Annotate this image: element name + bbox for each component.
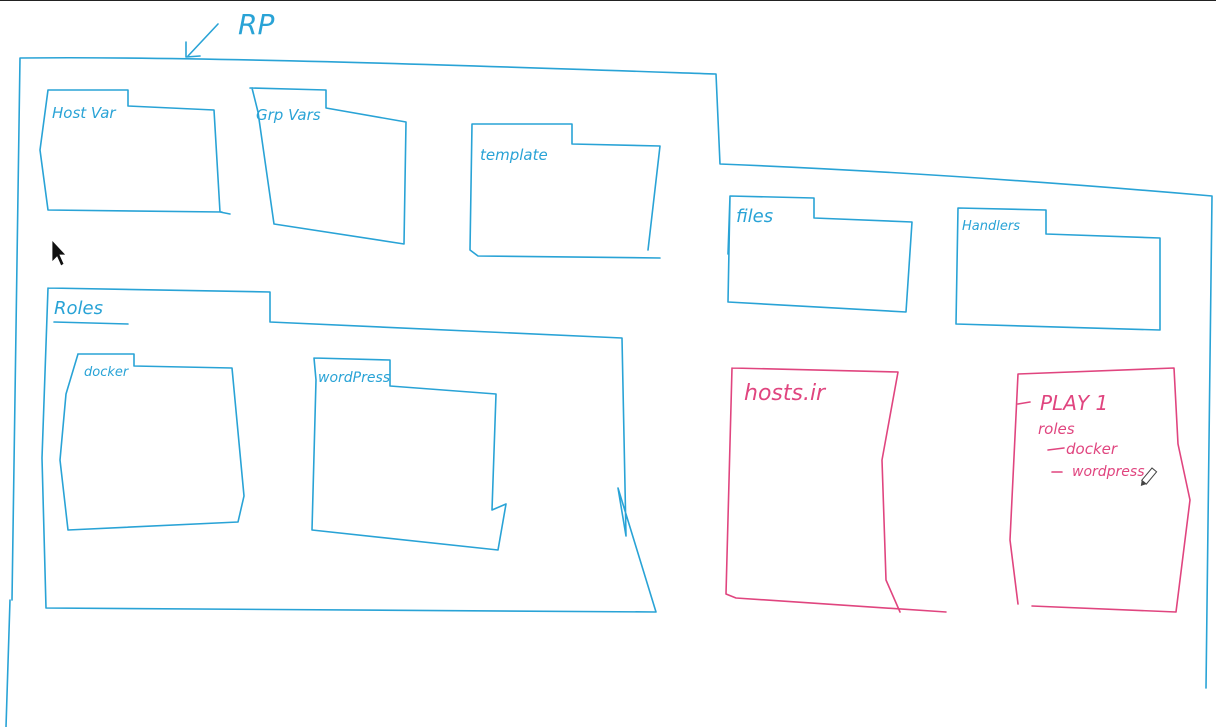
play-roles-label: roles: [1038, 420, 1075, 438]
rp-label: RP: [238, 8, 274, 41]
roles-folder[interactable]: Roles: [41, 287, 657, 613]
template-folder[interactable]: template: [469, 123, 661, 259]
rp-annotation: RP: [185, 8, 274, 58]
hosts-label: hosts.ir: [744, 381, 827, 406]
rp-arrow-shaft: [187, 23, 219, 57]
wordpress-folder[interactable]: wordPress: [311, 357, 507, 551]
playbook-box[interactable]: PLAY 1 roles docker wordpress: [1009, 367, 1191, 613]
project-container: [5, 56, 1213, 727]
play-item-docker: docker: [1066, 440, 1118, 458]
files-label: files: [736, 206, 773, 227]
play-title: PLAY 1: [1040, 391, 1108, 415]
whiteboard-canvas[interactable]: RP Host Var Grp Vars template files Hand…: [0, 0, 1216, 727]
docker-label: docker: [84, 365, 130, 380]
handlers-folder[interactable]: Handlers: [955, 207, 1161, 331]
roles-underline: [53, 321, 129, 325]
host-var-label: Host Var: [52, 104, 116, 122]
roles-label: Roles: [54, 298, 103, 319]
mouse-pointer-icon: [51, 238, 67, 267]
grp-vars-label: Grp Vars: [256, 106, 321, 124]
grp-vars-folder[interactable]: Grp Vars: [249, 87, 407, 245]
wordpress-label: wordPress: [318, 370, 390, 386]
play-item-dash-1: [1047, 447, 1065, 451]
play-item-wordpress: wordpress: [1072, 464, 1145, 480]
files-folder[interactable]: files: [727, 195, 913, 313]
docker-folder[interactable]: docker: [59, 353, 245, 531]
hosts-file-box[interactable]: hosts.ir: [725, 367, 947, 613]
template-label: template: [480, 146, 548, 164]
handlers-label: Handlers: [962, 219, 1020, 234]
host-var-folder[interactable]: Host Var: [39, 89, 231, 215]
